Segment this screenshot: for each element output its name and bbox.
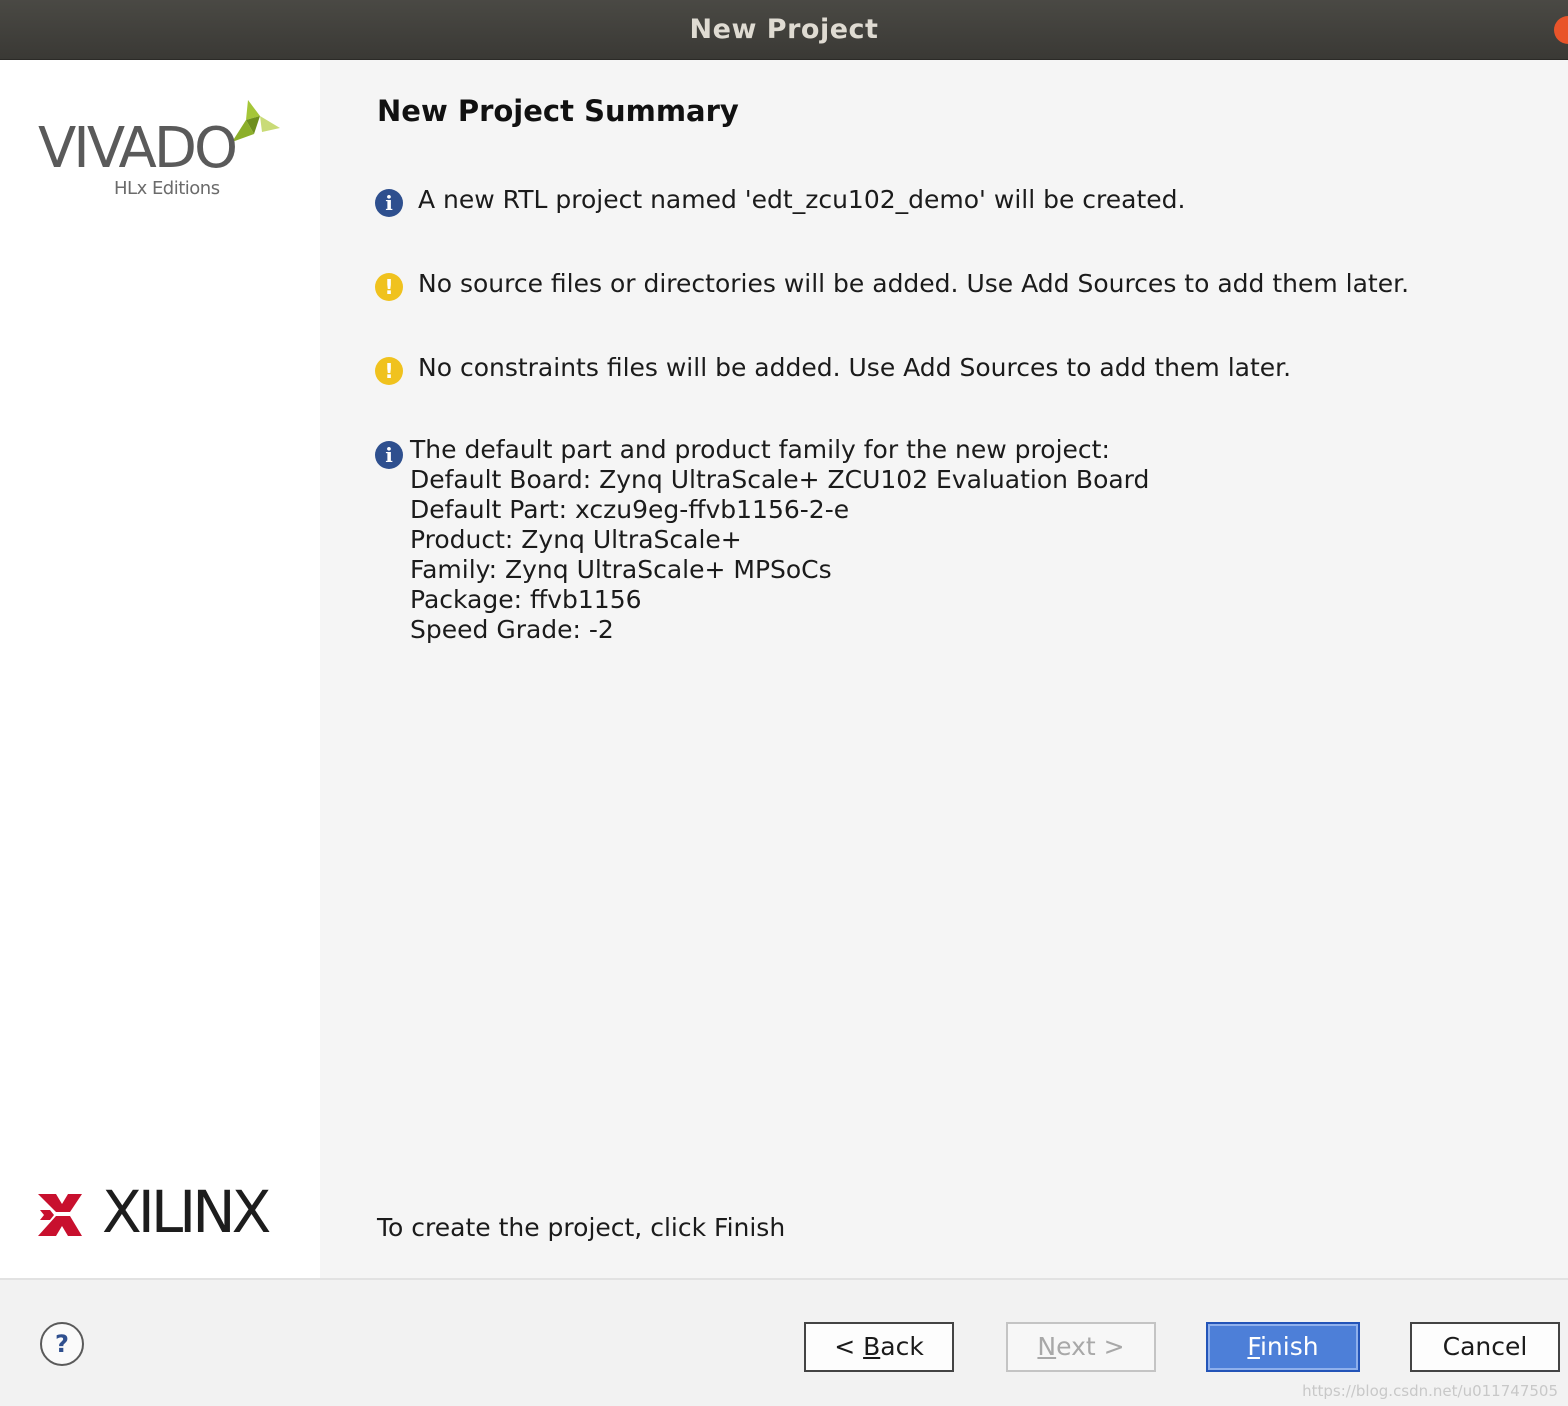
default-part-details: The default part and product family for … xyxy=(410,435,1149,645)
watermark: https://blog.csdn.net/u011747505 xyxy=(1302,1382,1558,1400)
next-button-label: ext > xyxy=(1056,1332,1125,1361)
message-text: No constraints files will be added. Use … xyxy=(418,353,1292,382)
info-icon: i xyxy=(375,189,403,217)
info-icon: i xyxy=(375,441,403,469)
xilinx-wordmark: XILINX xyxy=(102,1178,271,1246)
vivado-editions-label: HLx Editions xyxy=(114,178,220,199)
package-line: Package: ffvb1156 xyxy=(410,585,642,614)
back-button-mnemonic: B xyxy=(863,1332,881,1361)
speed-grade-line: Speed Grade: -2 xyxy=(410,615,614,644)
button-bar: ? < Back Next > Finish Cancel https://bl… xyxy=(0,1278,1568,1406)
default-part-heading: The default part and product family for … xyxy=(410,435,1110,464)
finish-hint: To create the project, click Finish xyxy=(377,1213,786,1242)
back-button-label: ack xyxy=(880,1332,924,1361)
main-content: New Project Summary i A new RTL project … xyxy=(320,60,1568,1278)
finish-button-mnemonic: F xyxy=(1247,1332,1260,1361)
next-button-mnemonic: N xyxy=(1037,1332,1057,1361)
back-button[interactable]: < Back xyxy=(804,1322,954,1372)
default-board-line: Default Board: Zynq UltraScale+ ZCU102 E… xyxy=(410,465,1150,494)
warning-icon: ! xyxy=(375,357,403,385)
cancel-button[interactable]: Cancel xyxy=(1410,1322,1560,1372)
next-button[interactable]: Next > xyxy=(1006,1322,1156,1372)
vivado-wordmark: VIVADO xyxy=(38,116,238,181)
message-text: No source files or directories will be a… xyxy=(418,269,1410,298)
back-button-prefix: < xyxy=(834,1332,864,1361)
sidebar: VIVADO HLx Editions XILINX xyxy=(0,60,320,1278)
window-title: New Project xyxy=(689,14,879,45)
xilinx-mark-icon xyxy=(38,1194,82,1236)
message-text: A new RTL project named 'edt_zcu102_demo… xyxy=(418,185,1186,214)
page-title: New Project Summary xyxy=(377,94,739,128)
xilinx-logo: XILINX xyxy=(38,1178,298,1246)
vivado-logo: VIVADO HLx Editions xyxy=(36,98,286,208)
product-line: Product: Zynq UltraScale+ xyxy=(410,525,742,554)
help-icon: ? xyxy=(55,1330,69,1358)
new-project-dialog: New Project VIVADO HLx Editions XILINX N… xyxy=(0,0,1568,1406)
title-bar: New Project xyxy=(0,0,1568,60)
help-button[interactable]: ? xyxy=(40,1322,84,1366)
default-part-line: Default Part: xczu9eg-ffvb1156-2-e xyxy=(410,495,850,524)
family-line: Family: Zynq UltraScale+ MPSoCs xyxy=(410,555,832,584)
finish-button[interactable]: Finish xyxy=(1206,1322,1360,1372)
warning-icon: ! xyxy=(375,273,403,301)
finish-button-label: inish xyxy=(1259,1332,1319,1361)
